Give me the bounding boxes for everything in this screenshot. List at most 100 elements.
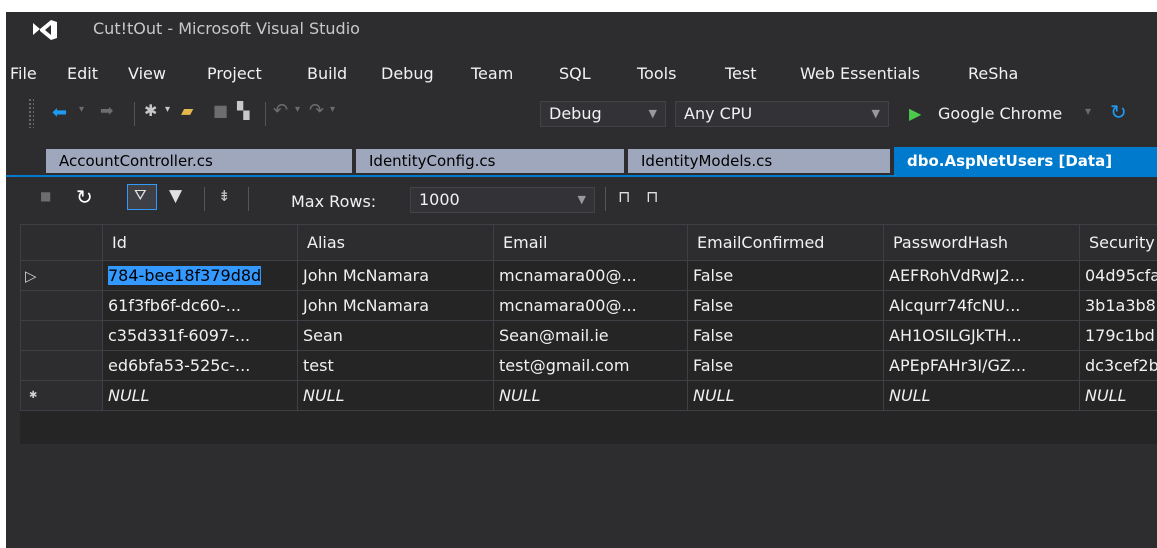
row-header-corner[interactable]: [20, 224, 103, 261]
chevron-down-icon: ▼: [871, 107, 880, 120]
menu-edit[interactable]: Edit: [67, 64, 98, 83]
column-header-alias[interactable]: Alias: [297, 224, 494, 261]
menu-web-essentials[interactable]: Web Essentials: [800, 64, 920, 83]
apply-filter-button[interactable]: ⛛: [127, 184, 157, 210]
table-cell[interactable]: NULL: [297, 380, 494, 411]
table-cell[interactable]: NULL: [1079, 380, 1157, 411]
table-cell[interactable]: APEpFAHr3I/GZ...: [883, 350, 1080, 381]
table-cell[interactable]: NULL: [687, 380, 884, 411]
column-header-passwordhash[interactable]: PasswordHash: [883, 224, 1080, 261]
table-cell[interactable]: NULL: [493, 380, 688, 411]
tab-label: dbo.AspNetUsers [Data]: [907, 152, 1113, 170]
table-row[interactable]: 61f3fb6f-dc60-... John McNamara mcnamara…: [20, 290, 1157, 321]
save-icon[interactable]: ■: [213, 101, 228, 120]
row-header[interactable]: [20, 350, 103, 381]
tab-accountcontroller[interactable]: AccountController.cs: [46, 149, 352, 173]
column-header-emailconfirmed[interactable]: EmailConfirmed: [687, 224, 884, 261]
table-cell[interactable]: test: [297, 350, 494, 381]
undo-dropdown-icon[interactable]: ▾: [295, 104, 300, 115]
table-cell[interactable]: NULL: [102, 380, 298, 411]
menu-debug[interactable]: Debug: [381, 64, 434, 83]
menu-resharper[interactable]: ReSha: [968, 64, 1018, 83]
table-cell[interactable]: John McNamara: [297, 260, 494, 291]
export-data-icon[interactable]: ⊓: [646, 187, 658, 206]
save-all-icon[interactable]: ▚: [237, 101, 249, 120]
table-cell[interactable]: dc3cef2b: [1079, 350, 1157, 381]
visual-studio-logo-icon: [33, 20, 57, 40]
table-row[interactable]: ed6bfa53-525c-... test test@gmail.com Fa…: [20, 350, 1157, 381]
filter-icon[interactable]: ▼: [169, 186, 182, 206]
table-cell[interactable]: False: [687, 260, 884, 291]
table-cell[interactable]: False: [687, 290, 884, 321]
table-cell[interactable]: ed6bfa53-525c-...: [102, 350, 298, 381]
new-row[interactable]: ✱ NULL NULL NULL NULL NULL NULL: [20, 380, 1157, 411]
new-project-icon[interactable]: ✱: [144, 101, 157, 120]
row-header[interactable]: [20, 320, 103, 351]
grid-empty-area: [6, 444, 1157, 548]
export-script-icon[interactable]: ⊓: [618, 187, 630, 206]
table-cell[interactable]: c35d331f-6097-...: [102, 320, 298, 351]
menu-test[interactable]: Test: [725, 64, 757, 83]
table-cell[interactable]: AH1OSILGJkTH...: [883, 320, 1080, 351]
menu-build[interactable]: Build: [307, 64, 347, 83]
run-target-dropdown-icon[interactable]: ▾: [1085, 104, 1091, 118]
table-cell[interactable]: 61f3fb6f-dc60-...: [102, 290, 298, 321]
tab-identityconfig[interactable]: IdentityConfig.cs: [356, 149, 624, 173]
start-debugging-play-icon[interactable]: ▶: [909, 104, 921, 123]
table-cell[interactable]: AIcqurr74fcNU...: [883, 290, 1080, 321]
table-cell[interactable]: False: [687, 320, 884, 351]
chevron-down-icon: ▼: [577, 193, 586, 206]
script-icon[interactable]: ⇟: [218, 187, 231, 205]
new-project-dropdown-icon[interactable]: ▾: [165, 104, 170, 115]
data-grid: Id Alias Email EmailConfirmed PasswordHa…: [20, 224, 1157, 444]
table-cell[interactable]: 179c1bd: [1079, 320, 1157, 351]
redo-icon[interactable]: ↷: [309, 100, 324, 121]
refresh-icon[interactable]: ↻: [76, 185, 93, 209]
table-cell[interactable]: 3b1a3b8: [1079, 290, 1157, 321]
table-cell[interactable]: 04d95cfa: [1079, 260, 1157, 291]
table-cell[interactable]: Sean: [297, 320, 494, 351]
navigate-back-icon[interactable]: ⬅: [52, 102, 67, 123]
column-header-id[interactable]: Id: [102, 224, 298, 261]
new-row-marker-icon[interactable]: ✱: [20, 380, 103, 411]
column-header-security[interactable]: Security: [1079, 224, 1157, 261]
solution-configuration-select[interactable]: Debug ▼: [540, 101, 666, 127]
table-cell[interactable]: NULL: [883, 380, 1080, 411]
redo-dropdown-icon[interactable]: ▾: [330, 104, 335, 115]
menu-view[interactable]: View: [128, 64, 166, 83]
current-row-marker-icon[interactable]: ▷: [20, 260, 103, 291]
table-cell[interactable]: mcnamara00@...: [493, 290, 688, 321]
data-editor-toolbar: ■ ↻ ⛛ ▼ ⇟ Max Rows: 1000 ▼ ⊓ ⊓: [6, 177, 1157, 223]
menu-tools[interactable]: Tools: [637, 64, 676, 83]
back-dropdown-icon[interactable]: ▾: [79, 104, 84, 115]
column-header-email[interactable]: Email: [493, 224, 688, 261]
table-cell[interactable]: AEFRohVdRwJ2...: [883, 260, 1080, 291]
table-cell[interactable]: John McNamara: [297, 290, 494, 321]
standard-toolbar: ⬅ ▾ ➡ ✱ ▾ ▰ ■ ▚ ↶ ▾ ↷ ▾ Debug ▼ Any CPU …: [6, 98, 1157, 134]
table-row[interactable]: c35d331f-6097-... Sean Sean@mail.ie Fals…: [20, 320, 1157, 351]
tab-aspnetusers-data[interactable]: dbo.AspNetUsers [Data]: [894, 147, 1157, 175]
navigate-forward-icon[interactable]: ➡: [100, 101, 113, 120]
undo-icon[interactable]: ↶: [273, 100, 288, 121]
table-cell[interactable]: 784-bee18f379d8d: [102, 260, 298, 291]
row-header[interactable]: [20, 290, 103, 321]
table-cell[interactable]: False: [687, 350, 884, 381]
tab-label: IdentityConfig.cs: [369, 152, 496, 170]
menu-sql[interactable]: SQL: [559, 64, 591, 83]
menu-file[interactable]: File: [10, 64, 37, 83]
table-cell[interactable]: Sean@mail.ie: [493, 320, 688, 351]
tab-identitymodels[interactable]: IdentityModels.cs: [628, 149, 890, 173]
max-rows-select[interactable]: 1000 ▼: [410, 187, 595, 213]
solution-platform-select[interactable]: Any CPU ▼: [675, 101, 889, 127]
run-target-button[interactable]: Google Chrome: [938, 104, 1062, 123]
open-folder-icon[interactable]: ▰: [181, 101, 193, 120]
table-row[interactable]: ▷ 784-bee18f379d8d John McNamara mcnamar…: [20, 260, 1157, 291]
document-tab-strip: AccountController.cs IdentityConfig.cs I…: [6, 142, 1157, 175]
menu-project[interactable]: Project: [207, 64, 262, 83]
table-cell[interactable]: mcnamara00@...: [493, 260, 688, 291]
browser-link-refresh-icon[interactable]: ↻: [1110, 100, 1127, 124]
table-cell[interactable]: test@gmail.com: [493, 350, 688, 381]
toolbar-grip[interactable]: [28, 98, 34, 128]
menu-team[interactable]: Team: [471, 64, 513, 83]
stop-icon[interactable]: ■: [40, 189, 51, 203]
